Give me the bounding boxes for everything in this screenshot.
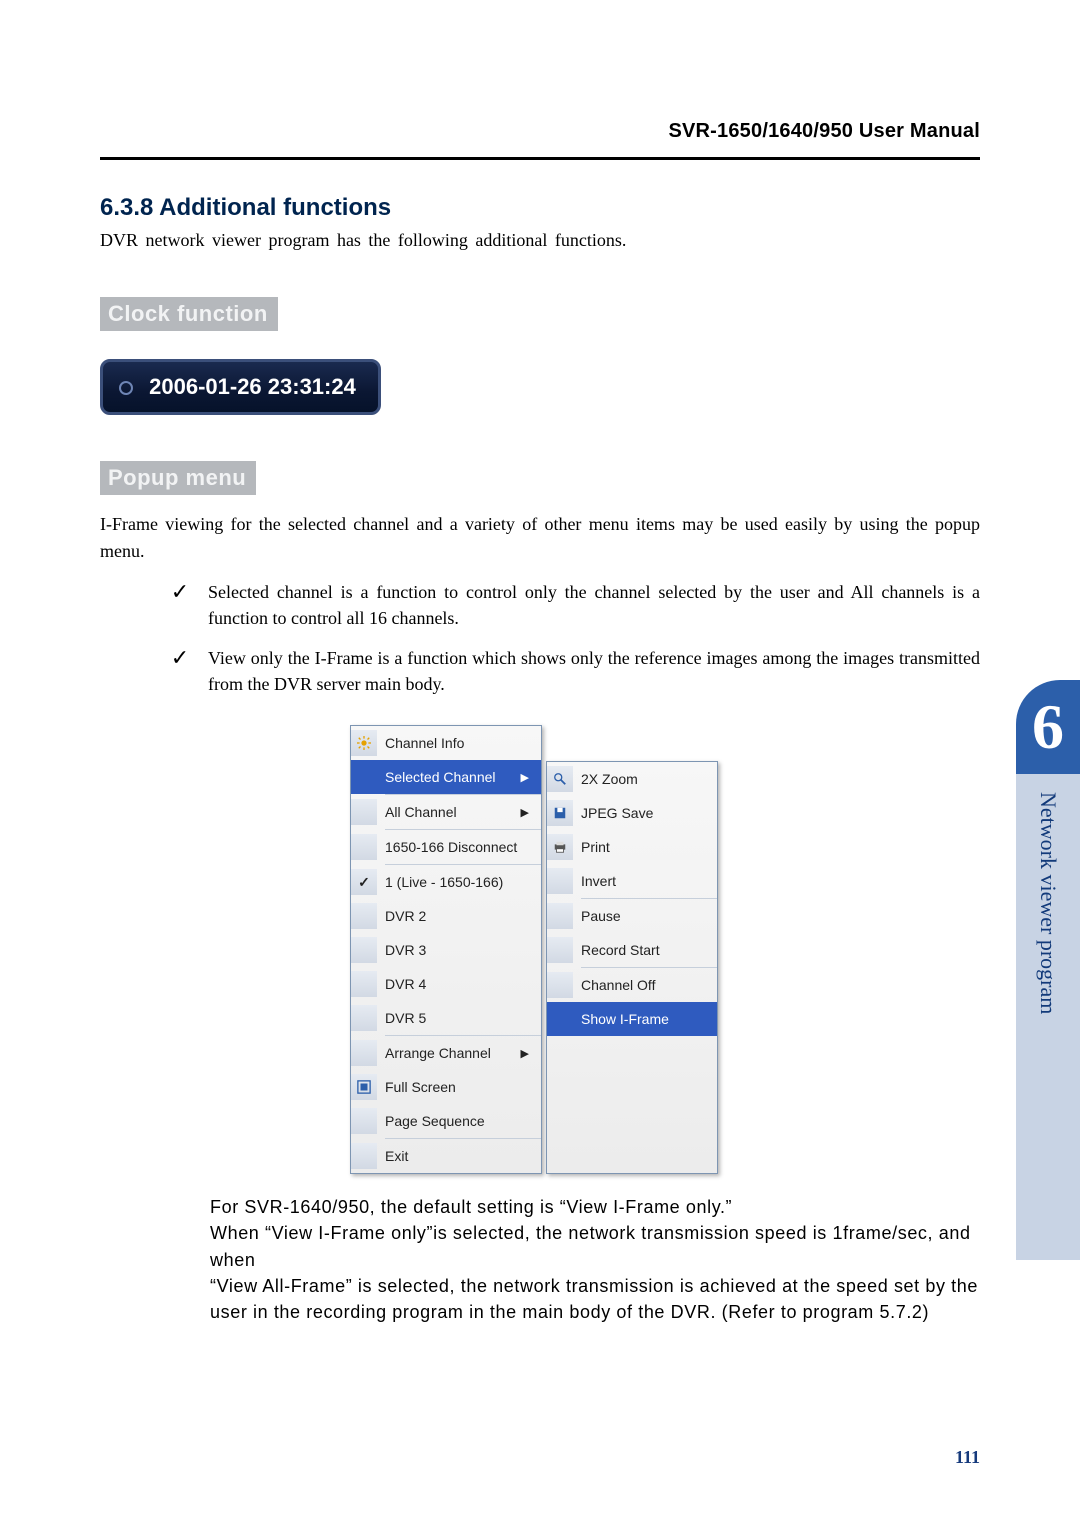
menu-item-dvr-3[interactable]: DVR 3: [351, 933, 541, 967]
bullet-text: View only the I-Frame is a function whic…: [208, 645, 980, 697]
check-icon: ✓: [152, 579, 208, 605]
submenu-item-pause[interactable]: Pause: [547, 899, 717, 933]
menu-item-label: Show I-Frame: [581, 1011, 669, 1027]
menu-item-arrange-channel[interactable]: Arrange Channel ▶: [351, 1036, 541, 1070]
submenu-item-record-start[interactable]: Record Start: [547, 933, 717, 967]
clock-widget: 2006-01-26 23:31:24: [100, 359, 980, 415]
menu-item-selected-channel[interactable]: Selected Channel ▶: [351, 760, 541, 794]
note-line: “View All-Frame” is selected, the networ…: [210, 1273, 980, 1325]
menu-item-label: Invert: [581, 873, 616, 889]
menu-item-label: Channel Info: [385, 735, 464, 751]
submenu-item-jpeg-save[interactable]: JPEG Save: [547, 796, 717, 830]
submenu-arrow-icon: ▶: [521, 806, 529, 819]
menu-item-label: DVR 4: [385, 976, 426, 992]
clock-display: 2006-01-26 23:31:24: [100, 359, 381, 415]
note-line: When “View I-Frame only”is selected, the…: [210, 1220, 980, 1272]
menu-item-label: Record Start: [581, 942, 660, 958]
menu-item-dvr-4[interactable]: DVR 4: [351, 967, 541, 1001]
context-submenu: 2X Zoom JPEG Save Print Invert Pause R: [546, 761, 718, 1174]
menu-item-label: 2X Zoom: [581, 771, 638, 787]
check-icon: ✓: [358, 874, 370, 891]
menu-item-exit[interactable]: Exit: [351, 1139, 541, 1173]
menu-item-page-sequence[interactable]: Page Sequence: [351, 1104, 541, 1138]
menu-item-label: JPEG Save: [581, 805, 653, 821]
popup-menu-figure: Channel Info Selected Channel ▶ All Chan…: [100, 725, 980, 1174]
menu-item-channel-info[interactable]: Channel Info: [351, 726, 541, 760]
menu-item-label: 1 (Live - 1650-166): [385, 874, 503, 890]
clock-value: 2006-01-26 23:31:24: [149, 374, 356, 399]
section-title: 6.3.8 Additional functions: [100, 194, 980, 222]
bullet-item: ✓ View only the I-Frame is a function wh…: [100, 645, 980, 697]
header-rule: [100, 157, 980, 160]
submenu-arrow-icon: ▶: [521, 1047, 529, 1060]
menu-item-label: Full Screen: [385, 1079, 456, 1095]
menu-item-label: Exit: [385, 1148, 408, 1164]
menu-item-dvr-1[interactable]: ✓ 1 (Live - 1650-166): [351, 865, 541, 899]
bullet-list: ✓ Selected channel is a function to cont…: [100, 579, 980, 697]
chapter-number: 6: [1032, 695, 1064, 759]
chapter-number-badge: 6: [1016, 680, 1080, 774]
submenu-item-channel-off[interactable]: Channel Off: [547, 968, 717, 1002]
menu-item-label: DVR 3: [385, 942, 426, 958]
menu-item-full-screen[interactable]: Full Screen: [351, 1070, 541, 1104]
submenu-arrow-icon: ▶: [521, 771, 529, 784]
sun-icon: [357, 736, 371, 750]
submenu-item-2x-zoom[interactable]: 2X Zoom: [547, 762, 717, 796]
menu-item-dvr-2[interactable]: DVR 2: [351, 899, 541, 933]
iframe-note: For SVR-1640/950, the default setting is…: [210, 1194, 980, 1324]
menu-item-label: All Channel: [385, 804, 457, 820]
bullet-item: ✓ Selected channel is a function to cont…: [100, 579, 980, 631]
menu-item-label: Arrange Channel: [385, 1045, 491, 1061]
bullet-text: Selected channel is a function to contro…: [208, 579, 980, 631]
popup-menu-label: Popup menu: [100, 461, 256, 495]
zoom-icon: [553, 772, 567, 786]
chapter-title: Network viewer program: [1035, 792, 1061, 1014]
menu-item-label: Pause: [581, 908, 621, 924]
clock-dot-icon: [119, 381, 133, 395]
menu-item-label: DVR 5: [385, 1010, 426, 1026]
menu-item-disconnect[interactable]: 1650-166 Disconnect: [351, 830, 541, 864]
chapter-tab: 6 Network viewer program: [1016, 680, 1080, 1260]
manual-page: SVR-1650/1640/950 User Manual 6.3.8 Addi…: [0, 0, 1080, 1526]
page-number: 111: [955, 1447, 980, 1468]
popup-intro: I-Frame viewing for the selected channel…: [100, 511, 980, 565]
chapter-title-tab: Network viewer program: [1016, 774, 1080, 1260]
section-intro: DVR network viewer program has the follo…: [100, 230, 980, 251]
menu-item-label: DVR 2: [385, 908, 426, 924]
check-icon: ✓: [152, 645, 208, 671]
note-line: For SVR-1640/950, the default setting is…: [210, 1194, 980, 1220]
save-icon: [553, 806, 567, 820]
running-header: SVR-1650/1640/950 User Manual: [100, 120, 980, 143]
menu-item-dvr-5[interactable]: DVR 5: [351, 1001, 541, 1035]
menu-item-label: Print: [581, 839, 610, 855]
context-menu: Channel Info Selected Channel ▶ All Chan…: [350, 725, 542, 1174]
submenu-item-invert[interactable]: Invert: [547, 864, 717, 898]
menu-item-label: Channel Off: [581, 977, 655, 993]
menu-item-label: 1650-166 Disconnect: [385, 839, 517, 855]
print-icon: [553, 840, 567, 854]
clock-function-label: Clock function: [100, 297, 278, 331]
submenu-item-print[interactable]: Print: [547, 830, 717, 864]
menu-item-label: Page Sequence: [385, 1113, 485, 1129]
menu-item-all-channel[interactable]: All Channel ▶: [351, 795, 541, 829]
submenu-item-show-iframe[interactable]: Show I-Frame: [547, 1002, 717, 1036]
menu-item-label: Selected Channel: [385, 769, 496, 785]
fullscreen-icon: [357, 1080, 371, 1094]
